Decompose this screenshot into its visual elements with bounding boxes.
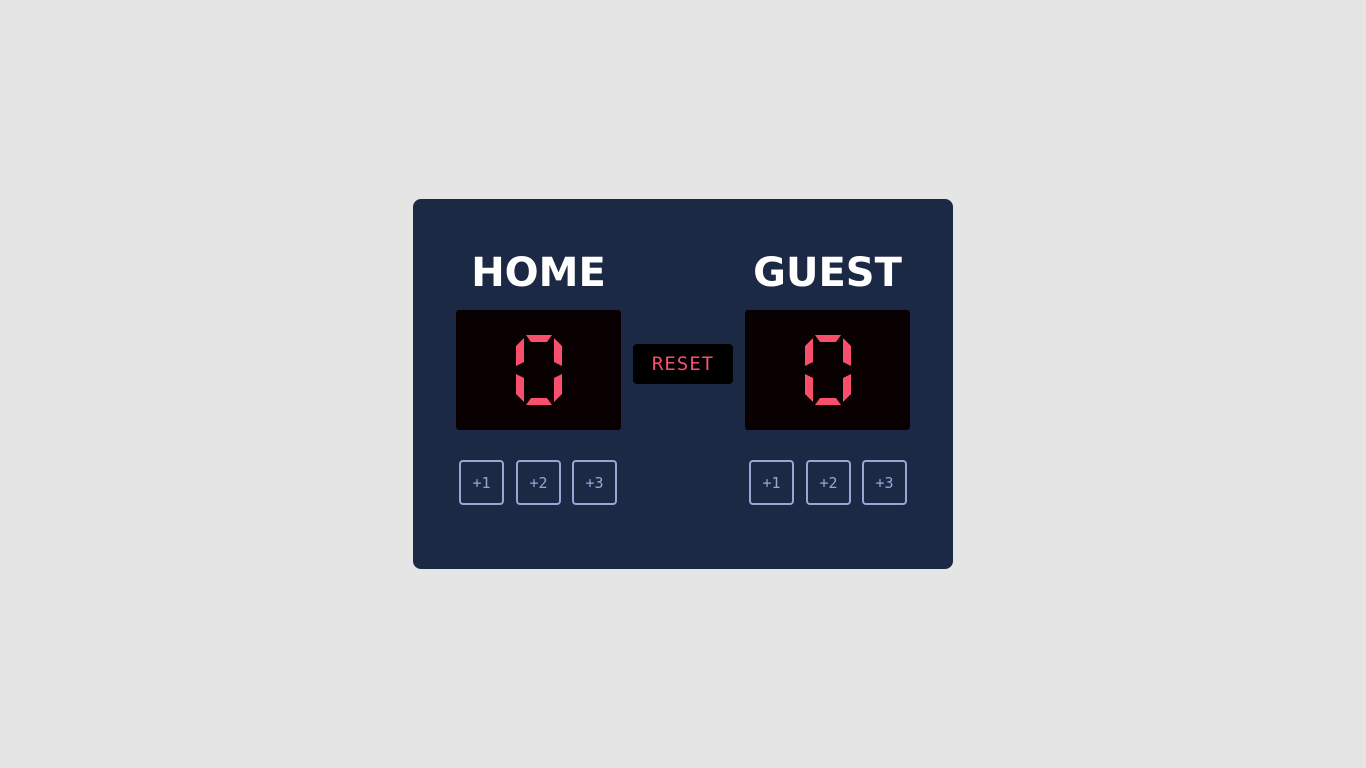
digit-segment-d	[814, 398, 841, 405]
digit-segment-e	[804, 374, 813, 402]
home-score-digit	[515, 335, 562, 405]
scoreboard: HOME GUEST RESET +1 +2 +3 +1 +2 +3	[413, 199, 953, 569]
guest-add-1-button[interactable]: +1	[749, 460, 794, 505]
guest-buttons: +1 +2 +3	[746, 460, 911, 505]
guest-title: GUEST	[753, 250, 902, 296]
home-add-3-button[interactable]: +3	[572, 460, 617, 505]
digit-segment-c	[842, 374, 851, 402]
home-add-2-button[interactable]: +2	[516, 460, 561, 505]
digit-segment-d	[525, 398, 552, 405]
guest-add-2-button[interactable]: +2	[806, 460, 851, 505]
digit-segment-f	[804, 338, 813, 366]
reset-button[interactable]: RESET	[633, 344, 733, 384]
digit-segment-f	[515, 338, 524, 366]
digit-segment-e	[515, 374, 524, 402]
digit-segment-b	[553, 338, 562, 366]
home-score-display	[456, 310, 621, 430]
home-add-1-button[interactable]: +1	[459, 460, 504, 505]
digit-segment-b	[842, 338, 851, 366]
guest-score-display	[745, 310, 910, 430]
guest-add-3-button[interactable]: +3	[862, 460, 907, 505]
digit-segment-a	[814, 335, 841, 342]
digit-segment-a	[525, 335, 552, 342]
guest-score-digit	[804, 335, 851, 405]
home-title: HOME	[471, 250, 606, 296]
home-buttons: +1 +2 +3	[456, 460, 621, 505]
digit-segment-c	[553, 374, 562, 402]
